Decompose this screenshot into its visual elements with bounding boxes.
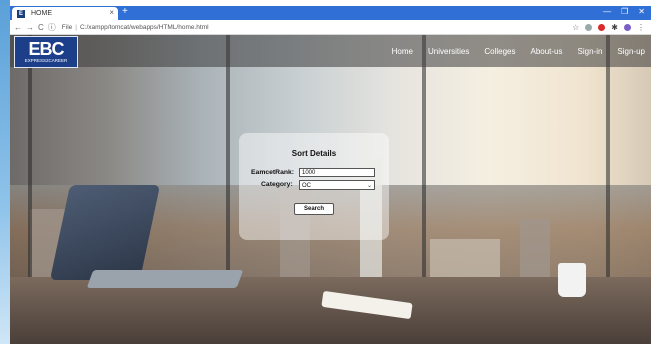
site-logo[interactable]: EBC EXPRESS2CAREER	[14, 36, 78, 68]
laptop-keyboard	[86, 270, 244, 288]
page-content: EBC EXPRESS2CAREER Home Universities Col…	[10, 35, 651, 344]
category-selected-value: OC	[302, 183, 311, 189]
mug-illustration	[558, 263, 586, 297]
category-label: Category:	[261, 181, 293, 188]
new-tab-button[interactable]: +	[122, 6, 128, 17]
rank-input[interactable]: 1000	[299, 168, 375, 177]
close-window-button[interactable]: ✕	[638, 7, 645, 16]
chevron-down-icon: ⌄	[366, 183, 372, 189]
search-button[interactable]: Search	[294, 203, 334, 215]
nav-colleges[interactable]: Colleges	[484, 47, 515, 56]
back-icon[interactable]: ←	[14, 23, 22, 32]
rank-label: EamcetRank:	[251, 169, 295, 176]
logo-mark: EBC	[28, 39, 64, 59]
card-title: Sort Details	[291, 149, 337, 158]
nav-universities[interactable]: Universities	[428, 47, 469, 56]
extension-icon-cloud[interactable]	[585, 24, 593, 31]
url-prefix: File	[61, 23, 73, 31]
info-icon[interactable]: ⓘ	[48, 22, 56, 33]
extension-icons: ☆ ✱ ⋮	[572, 23, 645, 32]
nav-about-us[interactable]: About-us	[530, 47, 562, 56]
laptop-screen	[49, 185, 161, 280]
window-controls: — ❐ ✕	[603, 7, 645, 16]
tab-close-icon[interactable]: ×	[109, 8, 114, 17]
maximize-button[interactable]: ❐	[621, 7, 628, 16]
nav-home[interactable]: Home	[392, 47, 413, 56]
nav-sign-up[interactable]: Sign-up	[617, 47, 645, 56]
profile-avatar[interactable]	[624, 24, 631, 31]
address-bar: ← → C ⓘ File | C:/xampp/tomcat/webapps/H…	[10, 20, 651, 35]
nav-sign-in[interactable]: Sign-in	[578, 47, 603, 56]
menu-dots-icon[interactable]: ⋮	[637, 23, 645, 32]
star-icon[interactable]: ☆	[572, 23, 579, 32]
logo-subtitle: EXPRESS2CAREER	[24, 58, 68, 63]
reload-icon[interactable]: C	[38, 23, 44, 32]
category-select[interactable]: OC ⌄	[299, 180, 375, 190]
browser-tab[interactable]: E HOME ×	[12, 7, 118, 20]
favicon-icon: E	[17, 9, 25, 18]
extension-icon-opera[interactable]	[598, 24, 606, 31]
browser-tab-bar: E HOME × + — ❐ ✕	[10, 6, 651, 20]
sort-details-card: Sort Details EamcetRank: 1000 Category: …	[239, 133, 389, 240]
forward-icon[interactable]: →	[26, 23, 34, 32]
tab-title: HOME	[31, 10, 52, 17]
url-separator: |	[75, 23, 77, 31]
laptop-illustration	[49, 185, 244, 288]
puzzle-icon[interactable]: ✱	[611, 23, 618, 32]
site-header: EBC EXPRESS2CAREER Home Universities Col…	[10, 35, 651, 68]
url-text[interactable]: C:/xampp/tomcat/webapps/HTML/home.html	[80, 24, 209, 31]
main-nav: Home Universities Colleges About-us Sign…	[392, 47, 645, 56]
minimize-button[interactable]: —	[603, 7, 611, 16]
left-edge-decoration	[0, 0, 10, 344]
